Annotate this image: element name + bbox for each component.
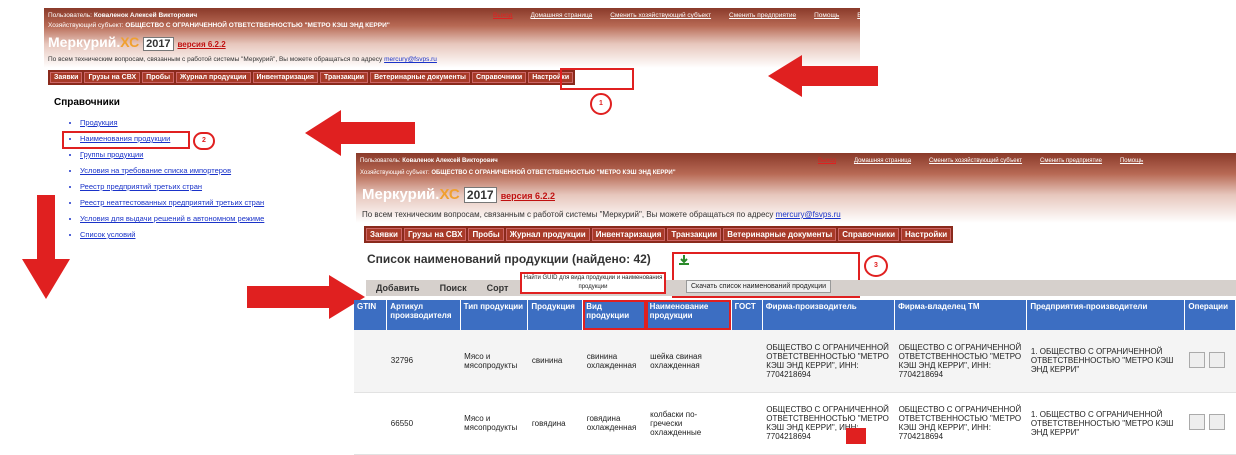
home-link[interactable]: Домашняя страница	[854, 158, 911, 164]
edit-icon[interactable]	[1208, 351, 1225, 368]
col-maker: Фирма-производитель	[762, 300, 896, 330]
year-select[interactable]: 2017	[143, 37, 174, 51]
col-article: Артикул производителя	[386, 300, 461, 330]
menu-vet-docs[interactable]: Ветеринарные документы	[723, 228, 837, 241]
add-button[interactable]: Добавить	[366, 280, 430, 296]
change-enterprise-link[interactable]: Сменить предприятие	[729, 12, 796, 19]
view-icon[interactable]	[1188, 414, 1205, 430]
menu-transactions[interactable]: Транзакции	[667, 228, 722, 241]
edit-icon[interactable]	[1208, 414, 1225, 430]
menu-svh[interactable]: Грузы на СВХ	[84, 72, 141, 83]
user-info-2: Пользователь: Коваленок Алексей Викторов…	[360, 158, 498, 164]
arrow-left-icon	[305, 110, 415, 156]
dir-item-autonomous[interactable]: Условия для выдачи решений в автономном …	[80, 214, 264, 223]
col-kind: Вид продукции	[582, 300, 647, 330]
top-links-2: Выход Домашняя страница Сменить хозяйствую…	[800, 158, 1143, 164]
app-title-2: Меркурий.ХС 2017 версия 6.2.2	[362, 186, 555, 203]
subject-info-2: Хозяйствующий субъект: ОБЩЕСТВО С ОГРАНИ…	[360, 170, 676, 176]
top-links-1: Выход Домашняя страница Сменить хозяйствую…	[475, 12, 877, 19]
guid-tooltip: Найти GUID для вида продукции и наименов…	[520, 272, 666, 294]
subject-info-1: Хозяйствующий субъект: ОБЩЕСТВО С ОГРАНИ…	[48, 22, 390, 29]
arrow-down-icon	[22, 195, 70, 299]
menu-probes[interactable]: Пробы	[142, 72, 175, 83]
dir-item-products[interactable]: Продукция	[80, 118, 264, 127]
main-menu-2: Заявки Грузы на СВХ Пробы Журнал продукц…	[364, 226, 954, 243]
version-link[interactable]: версия 6.2.2	[501, 191, 555, 201]
home-link[interactable]: Домашняя страница	[530, 12, 592, 19]
col-gost: ГОСТ	[731, 300, 763, 330]
col-name: Наименование продукции	[646, 300, 732, 330]
support-line-1: По всем техническим вопросам, связанным …	[48, 56, 437, 63]
menu-settings[interactable]: Настройки	[901, 228, 952, 241]
row-ops	[1184, 330, 1236, 393]
callout-2: 2	[193, 132, 215, 150]
sort-button[interactable]: Сорт	[477, 280, 519, 296]
col-type: Тип продукции	[460, 300, 529, 330]
list-title: Список наименований продукции (найдено: …	[367, 252, 651, 266]
main-menu-1: Заявки Грузы на СВХ Пробы Журнал продукц…	[48, 70, 576, 85]
change-enterprise-link[interactable]: Сменить предприятие	[1040, 158, 1102, 164]
dir-item-product-groups[interactable]: Группы продукции	[80, 150, 264, 159]
callout-1: 1	[590, 93, 612, 115]
dir-item-importers[interactable]: Условия на требование списка импортеров	[80, 166, 264, 175]
table-row[interactable]: 66550 Мясо и мясопродукты говядина говяд…	[354, 392, 1236, 455]
menu-directories[interactable]: Справочники	[472, 72, 527, 83]
products-table: GTIN Артикул производителя Тип продукции…	[354, 300, 1236, 455]
menu-journal[interactable]: Журнал продукции	[505, 228, 590, 241]
menu-inventory[interactable]: Инвентаризация	[591, 228, 666, 241]
menu-inventory[interactable]: Инвентаризация	[252, 72, 318, 83]
support-email-link[interactable]: mercury@fsvps.ru	[776, 210, 841, 219]
version-link[interactable]: версия 6.2.2	[177, 40, 225, 49]
app-title-1: Меркурий.ХС 2017 версия 6.2.2	[48, 34, 226, 51]
table-row[interactable]: 32796 Мясо и мясопродукты свинина свинин…	[354, 330, 1236, 393]
change-subject-link[interactable]: Сменить хозяйствующий субъект	[929, 158, 1022, 164]
change-subject-link[interactable]: Сменить хозяйствующий субъект	[610, 12, 711, 19]
logout-link[interactable]: Выход	[818, 158, 836, 164]
year-select[interactable]: 2017	[463, 187, 497, 203]
menu-zayavki[interactable]: Заявки	[50, 72, 83, 83]
arrow-left-icon	[768, 55, 878, 97]
dir-item-conditions[interactable]: Список условий	[80, 230, 264, 239]
support-line-2: По всем техническим вопросам, связанным …	[362, 210, 841, 219]
menu-transactions[interactable]: Транзакции	[319, 72, 369, 83]
logout-link[interactable]: Выход	[493, 12, 512, 19]
col-owner: Фирма-владелец ТМ	[894, 300, 1028, 330]
section-title: Справочники	[54, 97, 120, 108]
col-ops: Операции	[1184, 300, 1236, 330]
highlight-product-names	[62, 131, 190, 149]
menu-directories[interactable]: Справочники	[838, 228, 900, 241]
col-plants: Предприятия-производители	[1026, 300, 1186, 330]
menu-probes[interactable]: Пробы	[468, 228, 504, 241]
menu-vet-docs[interactable]: Ветеринарные документы	[370, 72, 471, 83]
support-email-link[interactable]: mercury@fsvps.ru	[384, 56, 437, 63]
menu-journal[interactable]: Журнал продукции	[176, 72, 251, 83]
arrow-right-icon	[247, 275, 365, 319]
help-link[interactable]: Помощь	[1120, 158, 1143, 164]
exit-link[interactable]: Выход	[857, 12, 876, 19]
highlight-directories-menu	[560, 68, 634, 90]
view-icon[interactable]	[1188, 351, 1205, 368]
search-button[interactable]: Поиск	[430, 280, 477, 296]
download-list-button[interactable]: Скачать список наименований продукции	[686, 280, 832, 293]
callout-3: 3	[864, 255, 888, 277]
dir-item-third-countries[interactable]: Реестр предприятий третьих стран	[80, 182, 264, 191]
help-link[interactable]: Помощь	[814, 12, 839, 19]
user-info-1: Пользователь: Коваленок Алексей Викторов…	[48, 12, 198, 19]
dir-item-non-attested[interactable]: Реестр неаттестованных предприятий треть…	[80, 198, 264, 207]
menu-svh[interactable]: Грузы на СВХ	[403, 228, 467, 241]
col-gtin: GTIN	[354, 300, 388, 330]
arrow-down-icon	[846, 428, 866, 444]
row-ops	[1184, 392, 1236, 455]
col-product: Продукция	[527, 300, 584, 330]
menu-zayavki[interactable]: Заявки	[366, 228, 402, 241]
